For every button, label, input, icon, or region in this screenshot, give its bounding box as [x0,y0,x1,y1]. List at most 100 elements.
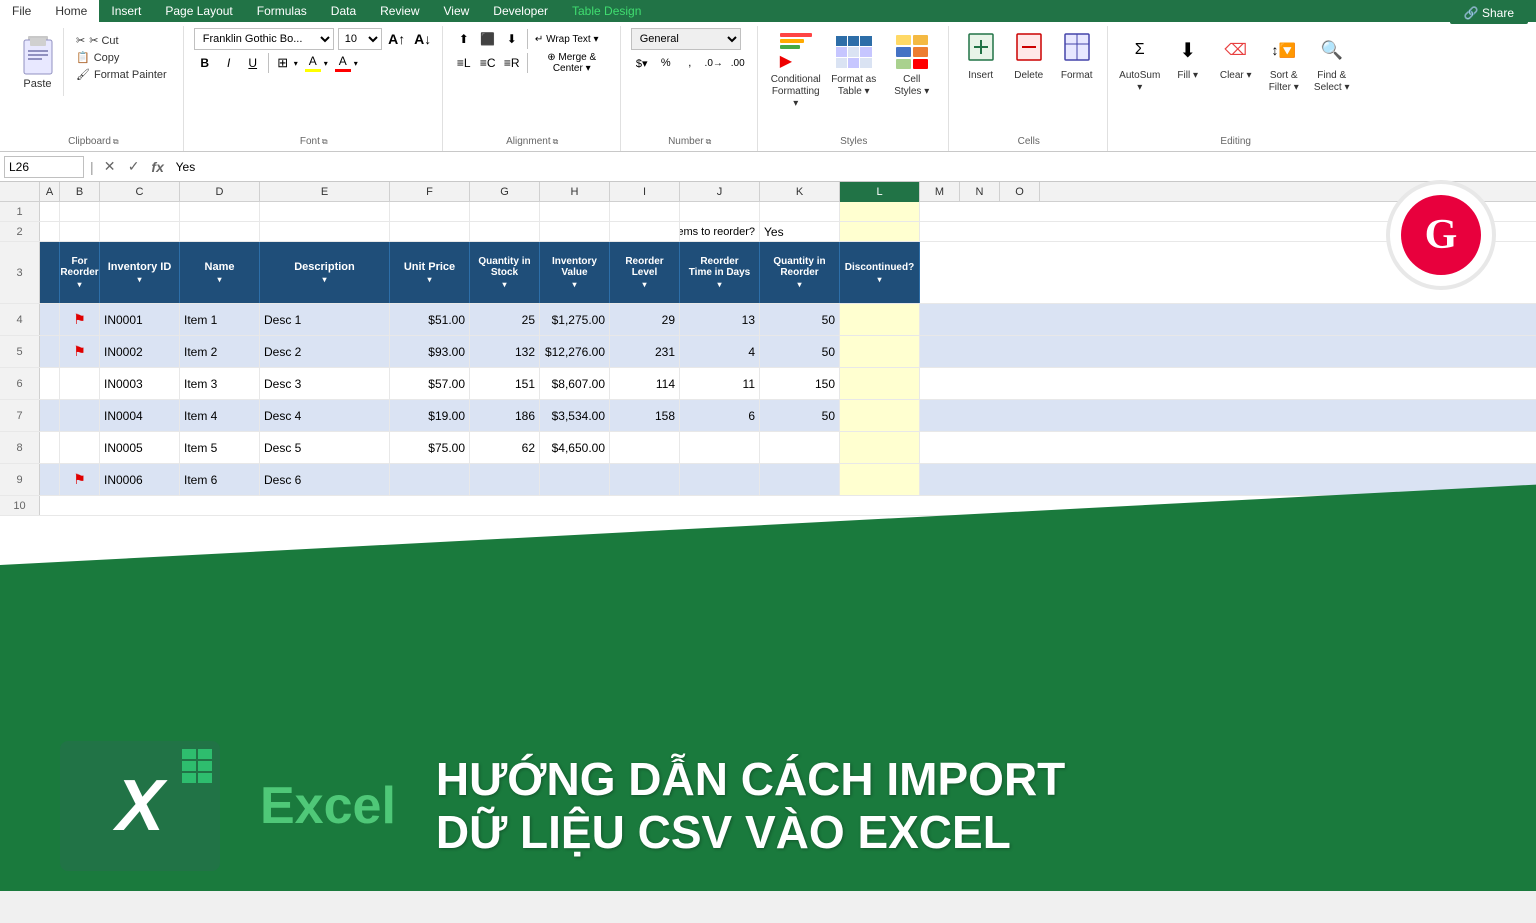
cell-k4[interactable]: 50 [760,304,840,335]
cell-d7[interactable]: Item 4 [180,400,260,431]
cell-a6[interactable] [40,368,60,399]
decrease-decimal-button[interactable]: .0→ [703,52,725,74]
row-num-3[interactable]: 3 [0,242,40,303]
align-bottom-button[interactable]: ⬇ [501,28,523,50]
col-header-j[interactable]: J [680,182,760,202]
cell-j6[interactable]: 11 [680,368,760,399]
cell-j1[interactable] [680,202,760,221]
font-name-select[interactable]: Franklin Gothic Bo... [194,28,334,50]
col-header-l[interactable]: L [840,182,920,202]
cell-h5[interactable]: $12,276.00 [540,336,610,367]
cell-a2[interactable] [40,222,60,241]
cell-d2[interactable] [180,222,260,241]
align-left-button[interactable]: ≡L [453,52,475,74]
cell-f4[interactable]: $51.00 [390,304,470,335]
tab-developer[interactable]: Developer [481,0,560,22]
col-header-f[interactable]: F [390,182,470,202]
alignment-expander[interactable]: ⧉ [553,137,559,147]
cell-d4[interactable]: Item 1 [180,304,260,335]
delete-button[interactable]: Delete [1007,28,1051,83]
cell-e7[interactable]: Desc 4 [260,400,390,431]
paste-button[interactable]: Paste [12,28,64,96]
cell-d8[interactable]: Item 5 [180,432,260,463]
copy-button[interactable]: 📋Copy [72,49,171,66]
cell-l1[interactable] [840,202,920,221]
font-size-select[interactable]: 10 [338,28,382,50]
table-header-reorder-level[interactable]: ReorderLevel ▾ [610,242,680,303]
cell-a5[interactable] [40,336,60,367]
cell-l5[interactable] [840,336,920,367]
cell-g1[interactable] [470,202,540,221]
cell-f5[interactable]: $93.00 [390,336,470,367]
row-num-2[interactable]: 2 [0,222,40,241]
col-header-h[interactable]: H [540,182,610,202]
cell-g7[interactable]: 186 [470,400,540,431]
cell-k8[interactable] [760,432,840,463]
conditional-formatting-button[interactable]: ▶ ConditionalFormatting ▾ [768,28,824,112]
cell-e4[interactable]: Desc 1 [260,304,390,335]
cell-b2[interactable] [60,222,100,241]
share-button[interactable]: 🔗 Share [1450,2,1528,24]
cell-h6[interactable]: $8,607.00 [540,368,610,399]
underline-button[interactable]: U [242,52,264,74]
row-num-6[interactable]: 6 [0,368,40,399]
cell-i8[interactable] [610,432,680,463]
col-header-g[interactable]: G [470,182,540,202]
cell-i4[interactable]: 29 [610,304,680,335]
cell-j8[interactable] [680,432,760,463]
col-header-e[interactable]: E [260,182,390,202]
format-painter-button[interactable]: 🖌Format Painter [72,66,171,83]
col-header-b[interactable]: B [60,182,100,202]
cell-c7[interactable]: IN0004 [100,400,180,431]
table-header-inventory-id[interactable]: Inventory ID ▾ [100,242,180,303]
col-header-n[interactable]: N [960,182,1000,202]
increase-font-button[interactable]: A↑ [386,28,408,50]
align-top-button[interactable]: ⬆ [453,28,475,50]
border-button[interactable]: ⊞ ▾ [273,52,301,74]
format-button[interactable]: Format [1055,28,1099,83]
clear-button[interactable]: ⌫ Clear ▾ [1214,28,1258,96]
table-header-inventory-value[interactable]: InventoryValue ▾ [540,242,610,303]
insert-button[interactable]: Insert [959,28,1003,83]
font-color-button[interactable]: A ▾ [333,52,361,74]
cell-f7[interactable]: $19.00 [390,400,470,431]
tab-insert[interactable]: Insert [99,0,153,22]
cell-i2[interactable] [610,222,680,241]
cell-g4[interactable]: 25 [470,304,540,335]
cell-j7[interactable]: 6 [680,400,760,431]
cell-l4[interactable] [840,304,920,335]
cell-b8[interactable] [60,432,100,463]
cancel-formula-button[interactable]: ✕ [100,158,120,175]
row-num-5[interactable]: 5 [0,336,40,367]
cell-a7[interactable] [40,400,60,431]
cell-i1[interactable] [610,202,680,221]
cell-c2[interactable] [100,222,180,241]
increase-decimal-button[interactable]: .00 [727,52,749,74]
tab-home[interactable]: Home [43,0,99,22]
row-num-1[interactable]: 1 [0,202,40,221]
cell-k6[interactable]: 150 [760,368,840,399]
cell-b5-flag[interactable]: ⚑ [60,336,100,367]
autosum-button[interactable]: Σ AutoSum ▾ [1118,28,1162,96]
cell-l6[interactable] [840,368,920,399]
font-expander[interactable]: ⧉ [322,137,328,147]
cell-a4[interactable] [40,304,60,335]
cell-d1[interactable] [180,202,260,221]
cell-k1[interactable] [760,202,840,221]
cell-b1[interactable] [60,202,100,221]
tab-review[interactable]: Review [368,0,431,22]
cell-f8[interactable]: $75.00 [390,432,470,463]
cell-j4[interactable]: 13 [680,304,760,335]
cell-i7[interactable]: 158 [610,400,680,431]
cell-a1[interactable] [40,202,60,221]
row-num-8[interactable]: 8 [0,432,40,463]
tab-data[interactable]: Data [319,0,368,22]
sort-filter-button[interactable]: ↕🔽 Sort &Filter ▾ [1262,28,1306,96]
cell-f1[interactable] [390,202,470,221]
tab-table-design[interactable]: Table Design [560,0,653,22]
format-table-button[interactable]: Format asTable ▾ [826,28,882,100]
cell-e1[interactable] [260,202,390,221]
cell-c6[interactable]: IN0003 [100,368,180,399]
cell-h2[interactable] [540,222,610,241]
cell-b6[interactable] [60,368,100,399]
